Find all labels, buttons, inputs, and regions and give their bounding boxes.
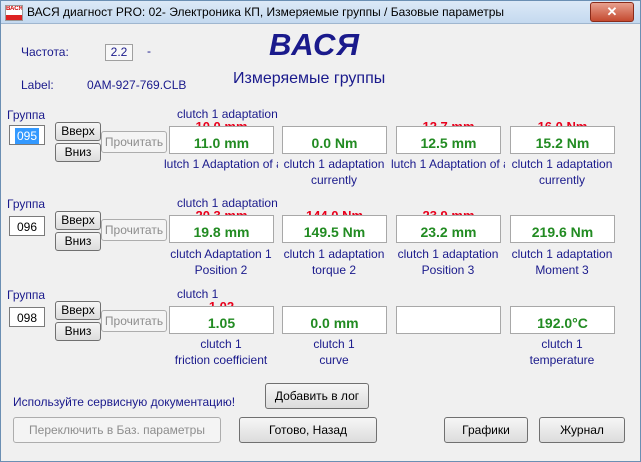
- value-field: 1.05: [169, 306, 274, 334]
- measured-value: 12.5 mm: [420, 135, 477, 151]
- app-logo-icon: ВАСЯ: [5, 5, 23, 21]
- group-label: Группа: [7, 288, 46, 302]
- value-field: 11.0 mm: [169, 126, 274, 154]
- label-value: 0AM-927-769.CLB: [87, 78, 187, 92]
- window-title: ВАСЯ диагност PRO: 02- Электроника КП, И…: [27, 5, 504, 19]
- value-description: clutch 1 temperature: [529, 337, 595, 367]
- graphs-button[interactable]: Графики: [444, 417, 528, 443]
- value-description: clutch Adaptation 1 Position 2: [170, 247, 272, 277]
- group-down-button[interactable]: Вниз: [55, 322, 101, 341]
- value-field: 192.0°C: [510, 306, 615, 334]
- close-button[interactable]: ✕: [590, 2, 634, 22]
- value-field: 23.2 mm: [396, 215, 501, 243]
- value-description: clutch 1 curve: [313, 337, 355, 367]
- group-up-button[interactable]: Вверх: [55, 301, 101, 320]
- value-field: 219.6 Nm: [510, 215, 615, 243]
- value-field: 19.8 mm: [169, 215, 274, 243]
- value-description: lutch 1 Adaptation of ar: [391, 157, 505, 171]
- service-hint: Используйте сервисную документацию!: [13, 395, 236, 409]
- group-up-button[interactable]: Вверх: [55, 122, 101, 141]
- done-back-button[interactable]: Готово, Назад: [239, 417, 377, 443]
- value-field: 12.5 mm: [396, 126, 501, 154]
- read-button[interactable]: Прочитать: [101, 310, 167, 332]
- value-field: [396, 306, 501, 334]
- value-field: 0.0 mm: [282, 306, 387, 334]
- measured-value: 1.05: [207, 315, 236, 331]
- group-number-input[interactable]: 096: [9, 216, 45, 236]
- group-number-input[interactable]: 098: [9, 307, 45, 327]
- journal-button[interactable]: Журнал: [539, 417, 625, 443]
- read-button[interactable]: Прочитать: [101, 219, 167, 241]
- value-description: clutch 1 adaptation Moment 3: [511, 247, 613, 277]
- main-window: ВАСЯ ВАСЯ диагност PRO: 02- Электроника …: [0, 0, 641, 462]
- value-field: 15.2 Nm: [510, 126, 615, 154]
- value-field: 149.5 Nm: [282, 215, 387, 243]
- frequency-label: Частота:: [21, 45, 69, 59]
- value-description: clutch 1 adaptation Position 3: [397, 247, 499, 277]
- measured-value: 0.0 mm: [310, 315, 359, 331]
- measured-value: 15.2 Nm: [535, 135, 590, 151]
- measured-value: 192.0°C: [537, 315, 588, 331]
- measured-value: 23.2 mm: [420, 224, 477, 240]
- measured-value: 0.0 Nm: [311, 135, 358, 151]
- group-up-button[interactable]: Вверх: [55, 211, 101, 230]
- measured-value: 19.8 mm: [193, 224, 250, 240]
- group-label: Группа: [7, 197, 46, 211]
- group-number-input[interactable]: 095: [9, 125, 45, 145]
- page-subtitle: Измеряемые группы: [233, 70, 386, 87]
- read-button[interactable]: Прочитать: [101, 131, 167, 153]
- frequency-value: 2.2: [105, 44, 133, 61]
- measured-value: 219.6 Nm: [531, 224, 594, 240]
- switch-basic-params-button[interactable]: Переключить в Баз. параметры: [13, 417, 221, 443]
- value-description: clutch 1 friction coefficient: [174, 337, 268, 367]
- brand-title: ВАСЯ: [269, 27, 361, 62]
- frequency-dash: -: [147, 44, 151, 58]
- value-description: clutch 1 adaptation currently: [283, 157, 385, 187]
- value-description: clutch 1 adaptation torque 2: [283, 247, 385, 277]
- add-to-log-button[interactable]: Добавить в лог: [265, 383, 369, 409]
- measured-value: 11.0 mm: [193, 135, 250, 151]
- label-caption: Label:: [21, 78, 54, 92]
- group-label: Группа: [7, 108, 46, 122]
- value-description: clutch 1 adaptation currently: [511, 157, 613, 187]
- value-field: 0.0 Nm: [282, 126, 387, 154]
- value-description: lutch 1 Adaptation of ar: [164, 157, 278, 171]
- title-bar[interactable]: ВАСЯ ВАСЯ диагност PRO: 02- Электроника …: [1, 1, 640, 24]
- group-down-button[interactable]: Вниз: [55, 232, 101, 251]
- measured-value: 149.5 Nm: [303, 224, 366, 240]
- group-down-button[interactable]: Вниз: [55, 143, 101, 162]
